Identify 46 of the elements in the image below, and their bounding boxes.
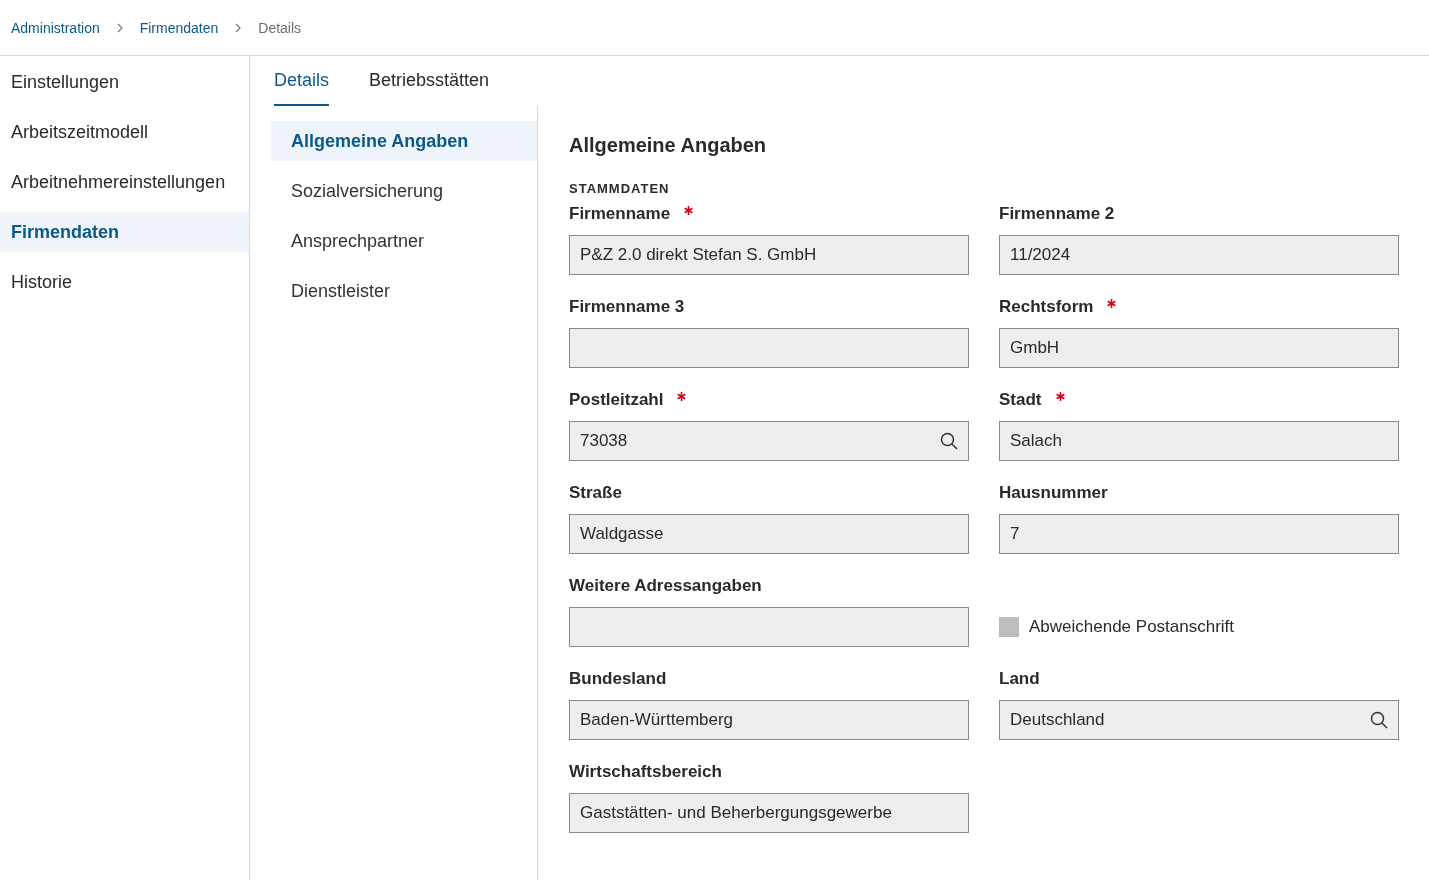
checkbox[interactable] [999,617,1019,637]
sidebar-item[interactable]: Arbeitnehmereinstellungen [0,162,249,202]
field-label: Firmenname 2 [999,204,1115,225]
input-field[interactable]: Baden-Württemberg [569,700,969,740]
field-label: Firmenname [569,204,671,225]
input-field[interactable] [569,328,969,368]
field-label: Firmenname 3 [569,297,685,318]
chevron-right-icon [234,22,243,33]
sidebar-item[interactable]: Historie [0,262,249,302]
input-field[interactable]: Deutschland [999,700,1399,740]
field-label: Weitere Adressangaben [569,576,762,597]
input-field[interactable]: GmbH [999,328,1399,368]
field-label: Straße [569,483,622,504]
search-icon[interactable] [1370,711,1388,729]
field-label: Wirtschaftsbereich [569,762,722,783]
checkbox-label: Abweichende Postanschrift [1029,617,1235,637]
field-label: Rechtsform [999,297,1094,318]
input-field[interactable]: Waldgasse [569,514,969,554]
input-field[interactable] [569,607,969,647]
field-label: Bundesland [569,669,667,690]
field-label: Stadt [999,390,1042,411]
field-label: Land [999,669,1040,690]
subnav-item[interactable]: Sozialversicherung [271,171,537,211]
tab[interactable]: Details [274,56,330,106]
breadcrumb-link[interactable]: Administration [11,19,100,36]
input-field[interactable]: 73038 [569,421,969,461]
sidebar-item[interactable]: Firmendaten [0,212,249,252]
subnav-item[interactable]: Ansprechpartner [271,221,537,261]
input-field[interactable]: 7 [999,514,1399,554]
subnav-item[interactable]: Allgemeine Angaben [271,121,537,161]
field-label: Postleitzahl [569,390,664,411]
chevron-right-icon [115,22,124,33]
section-heading: STAMMDATEN [569,181,671,196]
form-title: Allgemeine Angaben [569,134,768,157]
search-icon[interactable] [940,432,958,450]
field-label: Hausnummer [999,483,1108,504]
tab[interactable]: Betriebsstätten [369,56,490,106]
input-field[interactable]: Gaststätten- und Beherbergungsgewerbe [569,793,969,833]
input-field[interactable]: 11/2024 [999,235,1399,275]
sidebar-item[interactable]: Einstellungen [0,62,249,102]
input-field[interactable]: Salach [999,421,1399,461]
input-field[interactable]: P&Z 2.0 direkt Stefan S. GmbH [569,235,969,275]
breadcrumb-link[interactable]: Firmendaten [139,19,219,36]
sidebar-item[interactable]: Arbeitszeitmodell [0,112,249,152]
breadcrumb-link[interactable]: Details [258,19,302,36]
subnav-item[interactable]: Dienstleister [271,271,537,311]
